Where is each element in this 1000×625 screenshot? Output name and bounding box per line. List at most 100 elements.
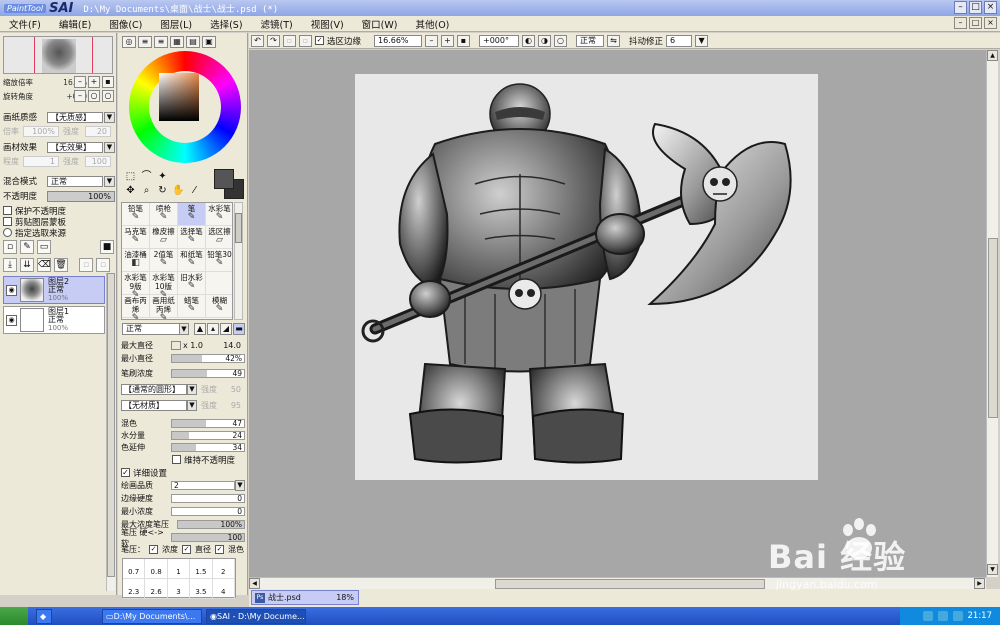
scroll-thumb[interactable] — [235, 213, 242, 243]
zoom-in-icon[interactable]: + — [441, 34, 455, 47]
new-linework-layer-icon[interactable]: ✎ — [20, 240, 34, 254]
minimize-button[interactable]: – — [954, 1, 967, 14]
pressure-hardness-slider[interactable]: 笔压 硬<->软 100 — [121, 528, 245, 548]
persistence-slider[interactable]: 色延伸 34 — [121, 442, 245, 453]
water-bar[interactable]: 24 — [171, 431, 245, 440]
brush-scrollbar[interactable] — [234, 202, 243, 320]
scroll-up-icon[interactable]: ▲ — [987, 50, 998, 61]
detail-settings-checkbox[interactable]: ✓ 详细设置 — [121, 467, 167, 479]
size-preset[interactable]: 0.8 — [145, 559, 168, 579]
size-preset[interactable]: 2.6 — [145, 579, 168, 599]
rotate-reset-icon[interactable]: ○ — [102, 90, 114, 102]
chevron-down-icon[interactable]: ▼ — [235, 480, 245, 491]
rgb-slider-tab-icon[interactable]: ≡ — [138, 36, 152, 48]
size-preset[interactable]: 1 — [167, 559, 191, 579]
selection-source-radio[interactable]: 指定选取来源 — [3, 227, 66, 239]
canvas-angle-field[interactable]: +000° — [479, 34, 520, 47]
menu-image[interactable]: 图像(C) — [100, 17, 151, 31]
rotate-right-icon[interactable]: ○ — [88, 90, 100, 102]
document-tab[interactable]: Ps 战士.psd 18% — [251, 590, 359, 605]
paper-effect-select[interactable]: 画材效果 【无效果】 ▼ — [3, 141, 115, 153]
persistence-bar[interactable]: 34 — [171, 443, 245, 452]
brush-pen[interactable]: 笔 ✎ — [178, 203, 206, 226]
show-selection-checkbox[interactable]: ✓ — [315, 36, 324, 45]
tray-icon[interactable] — [952, 611, 963, 621]
size-preset[interactable]: 1.5 — [190, 559, 213, 579]
brush-select-eraser[interactable]: 选区擦 ▱ — [206, 226, 232, 249]
redo-icon[interactable]: ↷ — [267, 34, 280, 47]
menu-filter[interactable]: 滤镜(T) — [252, 17, 302, 31]
brush-marker[interactable]: 马克笔 ✎ — [122, 226, 150, 249]
checkbox-checked[interactable]: ✓ — [121, 468, 130, 477]
chevron-down-icon[interactable]: ▼ — [104, 175, 115, 187]
scroll-thumb[interactable] — [107, 273, 115, 577]
doc-minimize-button[interactable]: – — [954, 17, 967, 29]
edge-hardness-bar[interactable]: 0 — [171, 494, 245, 503]
eye-icon[interactable]: ◉ — [6, 284, 17, 296]
brush-washi[interactable]: 和纸笔 ✎ — [178, 249, 206, 272]
brush-canvas-acrylic[interactable]: 画布丙烯 ✎ — [122, 295, 150, 319]
zoom-reset-icon[interactable]: ▪ — [457, 34, 471, 47]
radio[interactable] — [3, 228, 12, 237]
layer-row[interactable]: ◉ 图层1 正常 100% — [3, 306, 105, 334]
scroll-thumb[interactable] — [988, 238, 998, 418]
min-density-slider[interactable]: 最小浓度 0 — [121, 506, 245, 517]
brush-select-pen[interactable]: 选择笔 ✎ — [178, 226, 206, 249]
brush-pencil30[interactable]: 铅笔30 ✎ — [206, 249, 232, 272]
doc-restore-button[interactable]: □ — [969, 17, 982, 29]
invert-selection-icon[interactable]: ▫ — [299, 34, 312, 47]
size-preset[interactable]: 0.7 — [123, 559, 146, 579]
canvas-zoom-field[interactable]: 16.66% — [374, 34, 423, 47]
blend-bar[interactable]: 47 — [171, 419, 245, 428]
doc-close-button[interactable]: × — [984, 17, 997, 29]
zoom-out-icon[interactable]: – — [74, 76, 86, 88]
hsv-slider-tab-icon[interactable]: ≡ — [154, 36, 168, 48]
pressure-blend-checkbox[interactable]: ✓ — [215, 545, 224, 554]
flip-view-icon[interactable]: ⇋ — [607, 34, 621, 47]
navigator-preview[interactable] — [3, 36, 113, 74]
rotate-left-icon[interactable]: – — [74, 90, 86, 102]
swatches-tab-icon[interactable]: ▤ — [186, 36, 200, 48]
taskbar-item-sai[interactable]: ◉ SAI - D:\My Docume... — [206, 608, 306, 624]
eye-icon[interactable]: ◉ — [6, 314, 17, 326]
palette-tab-icon[interactable]: ▦ — [170, 36, 184, 48]
tip-sharp-icon[interactable]: ▲ — [194, 323, 206, 335]
paper-texture-select[interactable]: 画纸质感 【无质感】 ▼ — [3, 111, 115, 123]
brush-bucket[interactable]: 油漆桶 ◧ — [122, 249, 150, 272]
chevron-down-icon[interactable]: ▼ — [187, 384, 197, 395]
chevron-down-icon[interactable]: ▼ — [187, 400, 197, 411]
color-wheel-tab-icon[interactable]: ◎ — [122, 36, 136, 48]
max-size-control[interactable]: 最大直径 x 1.0 14.0 — [121, 340, 245, 351]
tip-soft-icon[interactable]: ◢ — [220, 323, 232, 335]
canvas-vertical-scrollbar[interactable]: ▲ ▼ — [986, 50, 998, 577]
density-bar[interactable]: 49 — [171, 369, 245, 378]
transfer-down-icon[interactable]: ⤓ — [3, 258, 17, 272]
menu-view[interactable]: 视图(V) — [302, 17, 353, 31]
brush-binary[interactable]: 2值笔 ✎ — [150, 249, 178, 272]
tip-medium-icon[interactable]: ▴ — [207, 323, 219, 335]
saturation-value-picker[interactable] — [159, 73, 199, 121]
size-preset[interactable]: 4 — [212, 579, 235, 599]
chevron-down-icon[interactable]: ▼ — [179, 323, 189, 335]
delete-layer-icon[interactable]: 🗑 — [54, 258, 68, 272]
foreground-color-swatch[interactable] — [214, 169, 234, 189]
menu-edit[interactable]: 编辑(E) — [50, 17, 100, 31]
rotate-icon[interactable]: ↻ — [155, 184, 170, 197]
size-preset[interactable]: 3.5 — [190, 579, 213, 599]
layer-row[interactable]: ◉ 图层2 正常 100% — [3, 276, 105, 304]
scratchpad-tab-icon[interactable]: ▣ — [202, 36, 216, 48]
size-preset[interactable]: 3 — [167, 579, 191, 599]
brush-watercolor9[interactable]: 水彩笔9版 ✎ — [122, 272, 150, 300]
zoom-out-icon[interactable]: – — [425, 34, 439, 47]
blend-slider[interactable]: 混色 47 — [121, 418, 245, 429]
brush-pencil[interactable]: 铅笔 ✎ — [122, 203, 150, 226]
brush-blur[interactable]: 模糊 ✎ — [206, 295, 232, 318]
min-size-slider[interactable]: 最小直径 42% — [121, 353, 245, 364]
menu-layer[interactable]: 图层(L) — [151, 17, 201, 31]
checkbox[interactable] — [3, 206, 12, 215]
menu-other[interactable]: 其他(O) — [406, 17, 458, 31]
start-button[interactable] — [0, 607, 28, 625]
min-density-bar[interactable]: 0 — [171, 507, 245, 516]
rotate-left-icon[interactable]: ◐ — [522, 34, 536, 47]
menu-window[interactable]: 窗口(W) — [353, 17, 407, 31]
